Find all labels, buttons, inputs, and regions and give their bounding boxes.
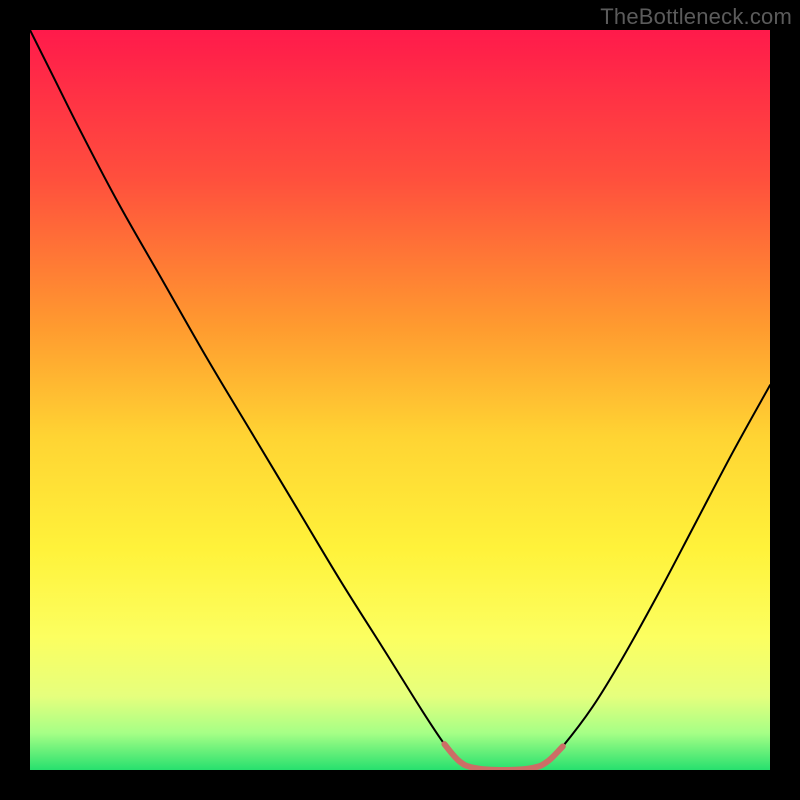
gradient-background [30,30,770,770]
chart-svg [30,30,770,770]
watermark-text: TheBottleneck.com [600,4,792,30]
chart-frame: TheBottleneck.com [0,0,800,800]
plot-area [30,30,770,770]
